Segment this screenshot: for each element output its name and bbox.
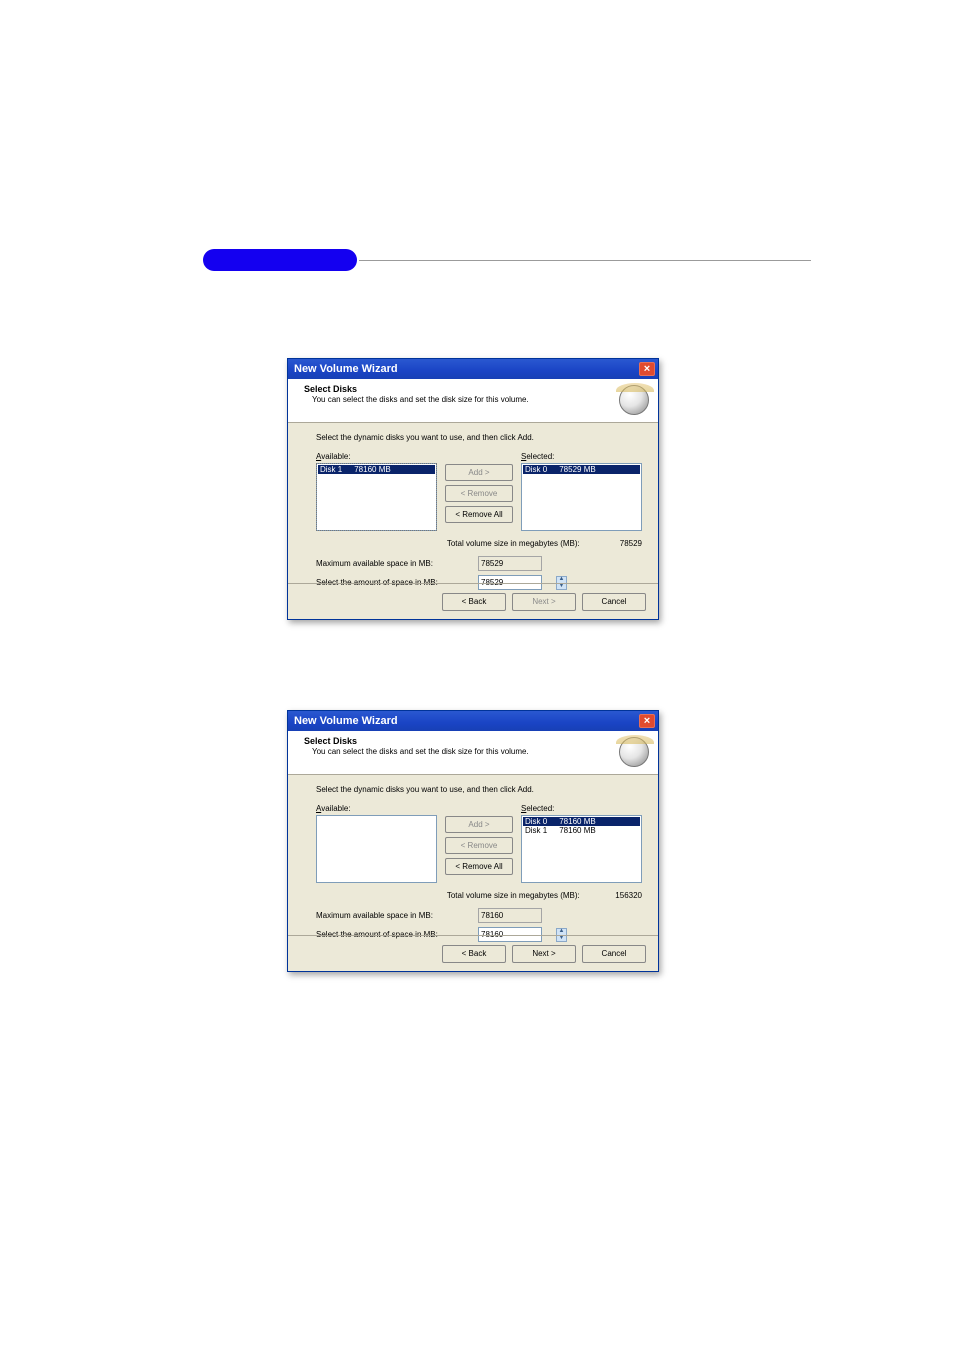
selected-label: Selected: [521,452,642,461]
page-header-decor [131,249,811,271]
next-button[interactable]: Next > [512,593,576,611]
back-button[interactable]: < Back [442,593,506,611]
add-button[interactable]: Add > [445,464,513,481]
chevron-up-icon[interactable]: ▲ [556,576,567,583]
total-row: Total volume size in megabytes (MB): 156… [316,891,642,900]
back-button[interactable]: < Back [442,945,506,963]
available-label: Available: [316,452,437,461]
header-rule [359,260,811,261]
list-item[interactable]: Disk 1 78160 MB [523,826,640,835]
total-label: Total volume size in megabytes (MB): [447,539,580,548]
available-label: Available: [316,804,437,813]
chevron-up-icon[interactable]: ▲ [556,928,567,935]
disk-name: Disk 1 [525,826,547,835]
remove-all-button[interactable]: < Remove All [445,506,513,523]
header-pill [203,249,357,271]
list-item[interactable]: Disk 0 78529 MB [523,465,640,474]
cancel-button[interactable]: Cancel [582,945,646,963]
total-value: 156320 [582,891,642,900]
list-item[interactable]: Disk 1 78160 MB [318,465,435,474]
selected-listbox[interactable]: Disk 0 78529 MB [521,463,642,531]
dialog-footer: < Back Next > Cancel [288,583,658,619]
available-listbox[interactable]: Disk 1 78160 MB [316,463,437,531]
titlebar-text: New Volume Wizard [294,363,398,375]
disk-size: 78160 MB [559,817,595,826]
new-volume-wizard-dialog-1: New Volume Wizard × Select Disks You can… [287,358,659,620]
available-listbox[interactable] [316,815,437,883]
total-value: 78529 [582,539,642,548]
dialog-title: Select Disks [304,736,608,746]
remove-all-button[interactable]: < Remove All [445,858,513,875]
total-label: Total volume size in megabytes (MB): [447,891,580,900]
dialog-header: Select Disks You can select the disks an… [288,731,658,775]
dialog-body: Select the dynamic disks you want to use… [288,423,658,602]
max-space-value [478,908,542,923]
selected-listbox[interactable]: Disk 0 78160 MB Disk 1 78160 MB [521,815,642,883]
selected-label: Selected: [521,804,642,813]
close-icon[interactable]: × [639,362,655,376]
new-volume-wizard-dialog-2: New Volume Wizard × Select Disks You can… [287,710,659,972]
remove-button[interactable]: < Remove [445,837,513,854]
titlebar-text: New Volume Wizard [294,715,398,727]
titlebar[interactable]: New Volume Wizard × [288,359,658,379]
max-space-label: Maximum available space in MB: [316,559,466,568]
cancel-button[interactable]: Cancel [582,593,646,611]
instruction-text: Select the dynamic disks you want to use… [316,785,642,794]
dialog-subtitle: You can select the disks and set the dis… [312,395,608,404]
remove-button[interactable]: < Remove [445,485,513,502]
total-row: Total volume size in megabytes (MB): 785… [316,539,642,548]
disk-size: 78160 MB [559,826,595,835]
max-space-value [478,556,542,571]
disk-icon [619,737,649,767]
dialog-body: Select the dynamic disks you want to use… [288,775,658,954]
dialog-footer: < Back Next > Cancel [288,935,658,971]
disk-name: Disk 0 [525,465,547,474]
disk-name: Disk 1 [320,465,342,474]
disk-name: Disk 0 [525,817,547,826]
dialog-title: Select Disks [304,384,608,394]
list-item[interactable]: Disk 0 78160 MB [523,817,640,826]
disk-size: 78529 MB [559,465,595,474]
titlebar[interactable]: New Volume Wizard × [288,711,658,731]
instruction-text: Select the dynamic disks you want to use… [316,433,642,442]
dialog-header: Select Disks You can select the disks an… [288,379,658,423]
disk-icon [619,385,649,415]
close-icon[interactable]: × [639,714,655,728]
dialog-subtitle: You can select the disks and set the dis… [312,747,608,756]
next-button[interactable]: Next > [512,945,576,963]
disk-size: 78160 MB [354,465,390,474]
transfer-buttons: Add > < Remove < Remove All [445,804,513,875]
max-space-label: Maximum available space in MB: [316,911,466,920]
transfer-buttons: Add > < Remove < Remove All [445,452,513,523]
add-button[interactable]: Add > [445,816,513,833]
